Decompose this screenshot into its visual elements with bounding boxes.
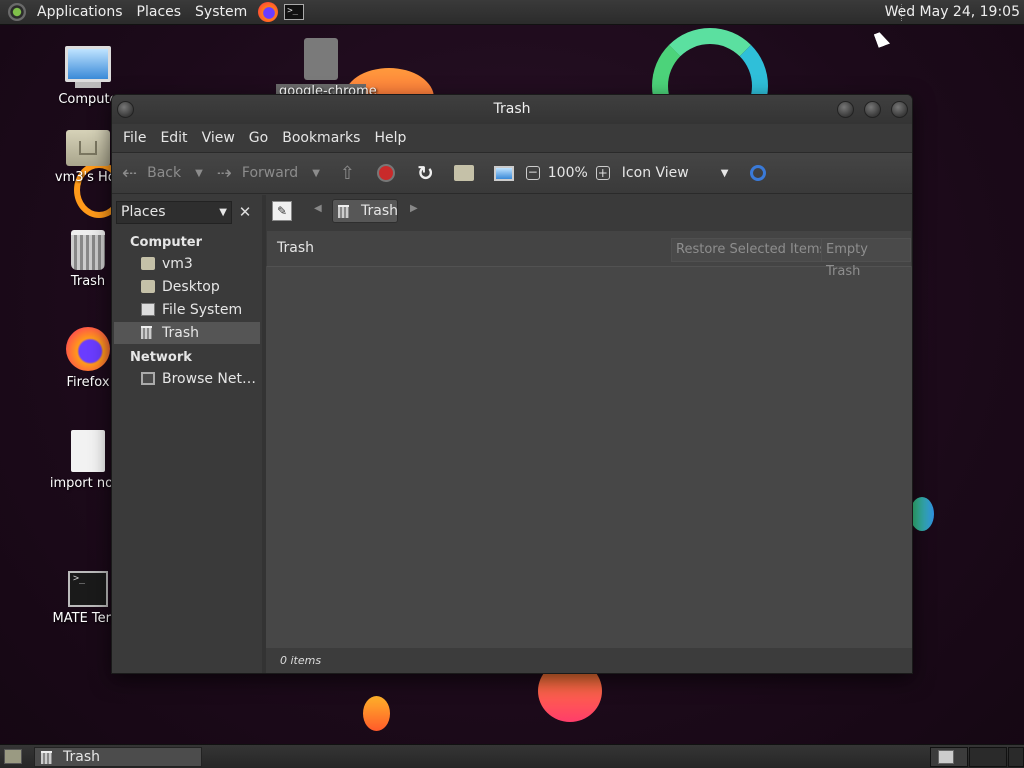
file-icon [304, 38, 338, 80]
document-icon [71, 430, 105, 472]
menu-bookmarks[interactable]: Bookmarks [275, 130, 367, 146]
sidebar-section-network: Network [130, 350, 192, 365]
window-titlebar[interactable]: Trash [112, 95, 912, 124]
restore-selected-button[interactable]: Restore Selected Items [671, 238, 832, 262]
chevron-down-icon: ▼ [720, 167, 729, 179]
breadcrumb-trash[interactable]: Trash [332, 199, 398, 223]
minimize-button[interactable] [837, 101, 854, 118]
terminal-icon: >_ [68, 571, 108, 607]
workspace-3[interactable] [1008, 747, 1024, 767]
menu-help[interactable]: Help [367, 130, 413, 146]
up-arrow-icon[interactable]: ⇧ [340, 163, 355, 184]
window-title: Trash [493, 101, 531, 117]
trash-icon [338, 205, 349, 218]
sidebar-section-computer: Computer [130, 235, 203, 250]
sidebar-item-trash[interactable]: Trash [114, 322, 260, 344]
file-manager-window: Trash File Edit View Go Bookmarks Help ⇠… [111, 94, 913, 674]
places-menu[interactable]: Places [130, 4, 189, 20]
top-panel: Applications Places System >_ Wed May 24… [0, 0, 1024, 25]
menu-edit[interactable]: Edit [153, 130, 194, 146]
sidebar-item-file-system[interactable]: File System [114, 299, 260, 321]
close-sidebar-icon[interactable]: ✕ [235, 202, 255, 223]
crumb-left-arrow-icon[interactable]: ◀ [314, 203, 322, 214]
trash-info-bar: Trash Restore Selected Items Empty Trash [266, 230, 912, 279]
back-history-dropdown-icon[interactable]: ▼ [195, 168, 203, 179]
search-icon[interactable] [750, 165, 767, 181]
show-desktop-icon[interactable] [4, 749, 22, 764]
desktop: Applications Places System >_ Wed May 24… [0, 0, 1024, 768]
taskbar-item-trash[interactable]: Trash [34, 747, 202, 767]
home-icon [141, 257, 155, 270]
workspace-1[interactable] [930, 747, 968, 767]
forward-button[interactable]: ⇢ Forward ▼ [217, 152, 320, 194]
clock[interactable]: Wed May 24, 19:05 [885, 4, 1020, 20]
menu-file[interactable]: File [116, 130, 153, 146]
forward-arrow-icon: ⇢ [216, 162, 232, 184]
system-menu[interactable]: System [188, 4, 254, 20]
home-folder-icon [66, 130, 110, 166]
trash-icon [71, 230, 105, 270]
pane-divider[interactable] [262, 195, 266, 673]
computer-icon [65, 46, 111, 82]
sidebar: Places ▼ ✕ Computer vm3 Desktop File Sys… [112, 195, 262, 673]
window-menu-button[interactable] [117, 101, 134, 118]
trash-header-label: Trash [277, 240, 314, 256]
edit-location-icon[interactable]: ✎ [272, 201, 292, 221]
sidebar-item-vm3[interactable]: vm3 [114, 253, 260, 275]
wallpaper-blob [363, 696, 390, 731]
crumb-right-arrow-icon[interactable]: ▶ [410, 203, 418, 214]
maximize-button[interactable] [864, 101, 881, 118]
mouse-cursor [873, 30, 891, 48]
menu-go[interactable]: Go [242, 130, 275, 146]
applications-menu[interactable]: Applications [30, 4, 130, 20]
chevron-down-icon: ▼ [219, 207, 227, 218]
bottom-panel: Trash [0, 744, 1024, 768]
desktop-icon-google-chrome[interactable]: google-chrome [276, 38, 377, 99]
sidebar-type-select[interactable]: Places ▼ [116, 201, 232, 224]
network-icon [141, 372, 155, 385]
wallpaper-blob [910, 497, 934, 531]
desktop-folder-icon [141, 280, 155, 293]
terminal-launcher-icon[interactable]: >_ [284, 4, 305, 20]
zoom-out-icon[interactable]: − [525, 166, 540, 180]
workspace-2[interactable] [969, 747, 1007, 767]
sidebar-item-browse-network[interactable]: Browse Net… [114, 368, 260, 390]
back-arrow-icon: ⇠ [122, 162, 138, 184]
firefox-launcher-icon[interactable] [258, 2, 279, 22]
menu-view[interactable]: View [195, 130, 242, 146]
computer-icon[interactable] [493, 165, 514, 181]
back-button[interactable]: ⇠ Back ▼ [122, 152, 203, 194]
close-button[interactable] [891, 101, 908, 118]
zoom-in-icon[interactable]: + [595, 166, 610, 180]
drive-icon [141, 303, 155, 316]
sidebar-item-desktop[interactable]: Desktop [114, 276, 260, 298]
view-mode-select[interactable]: Icon View ▼ [622, 152, 729, 194]
zoom-level: 100% [547, 165, 588, 181]
firefox-icon [66, 327, 110, 371]
home-icon[interactable] [453, 165, 474, 181]
reload-icon[interactable]: ↻ [417, 161, 434, 185]
toolbar: ⇠ Back ▼ ⇢ Forward ▼ ⇧ ↻ − 100% + Icon V… [112, 152, 912, 194]
empty-trash-button[interactable]: Empty Trash [821, 238, 911, 279]
mate-logo-icon[interactable] [8, 3, 26, 21]
status-bar: 0 items [266, 648, 912, 673]
forward-history-dropdown-icon[interactable]: ▼ [312, 168, 320, 179]
trash-icon [141, 326, 152, 339]
menubar: File Edit View Go Bookmarks Help [112, 124, 912, 152]
file-view[interactable]: Trash Restore Selected Items Empty Trash… [266, 230, 912, 673]
stop-icon[interactable] [377, 164, 395, 182]
trash-icon [41, 751, 52, 764]
